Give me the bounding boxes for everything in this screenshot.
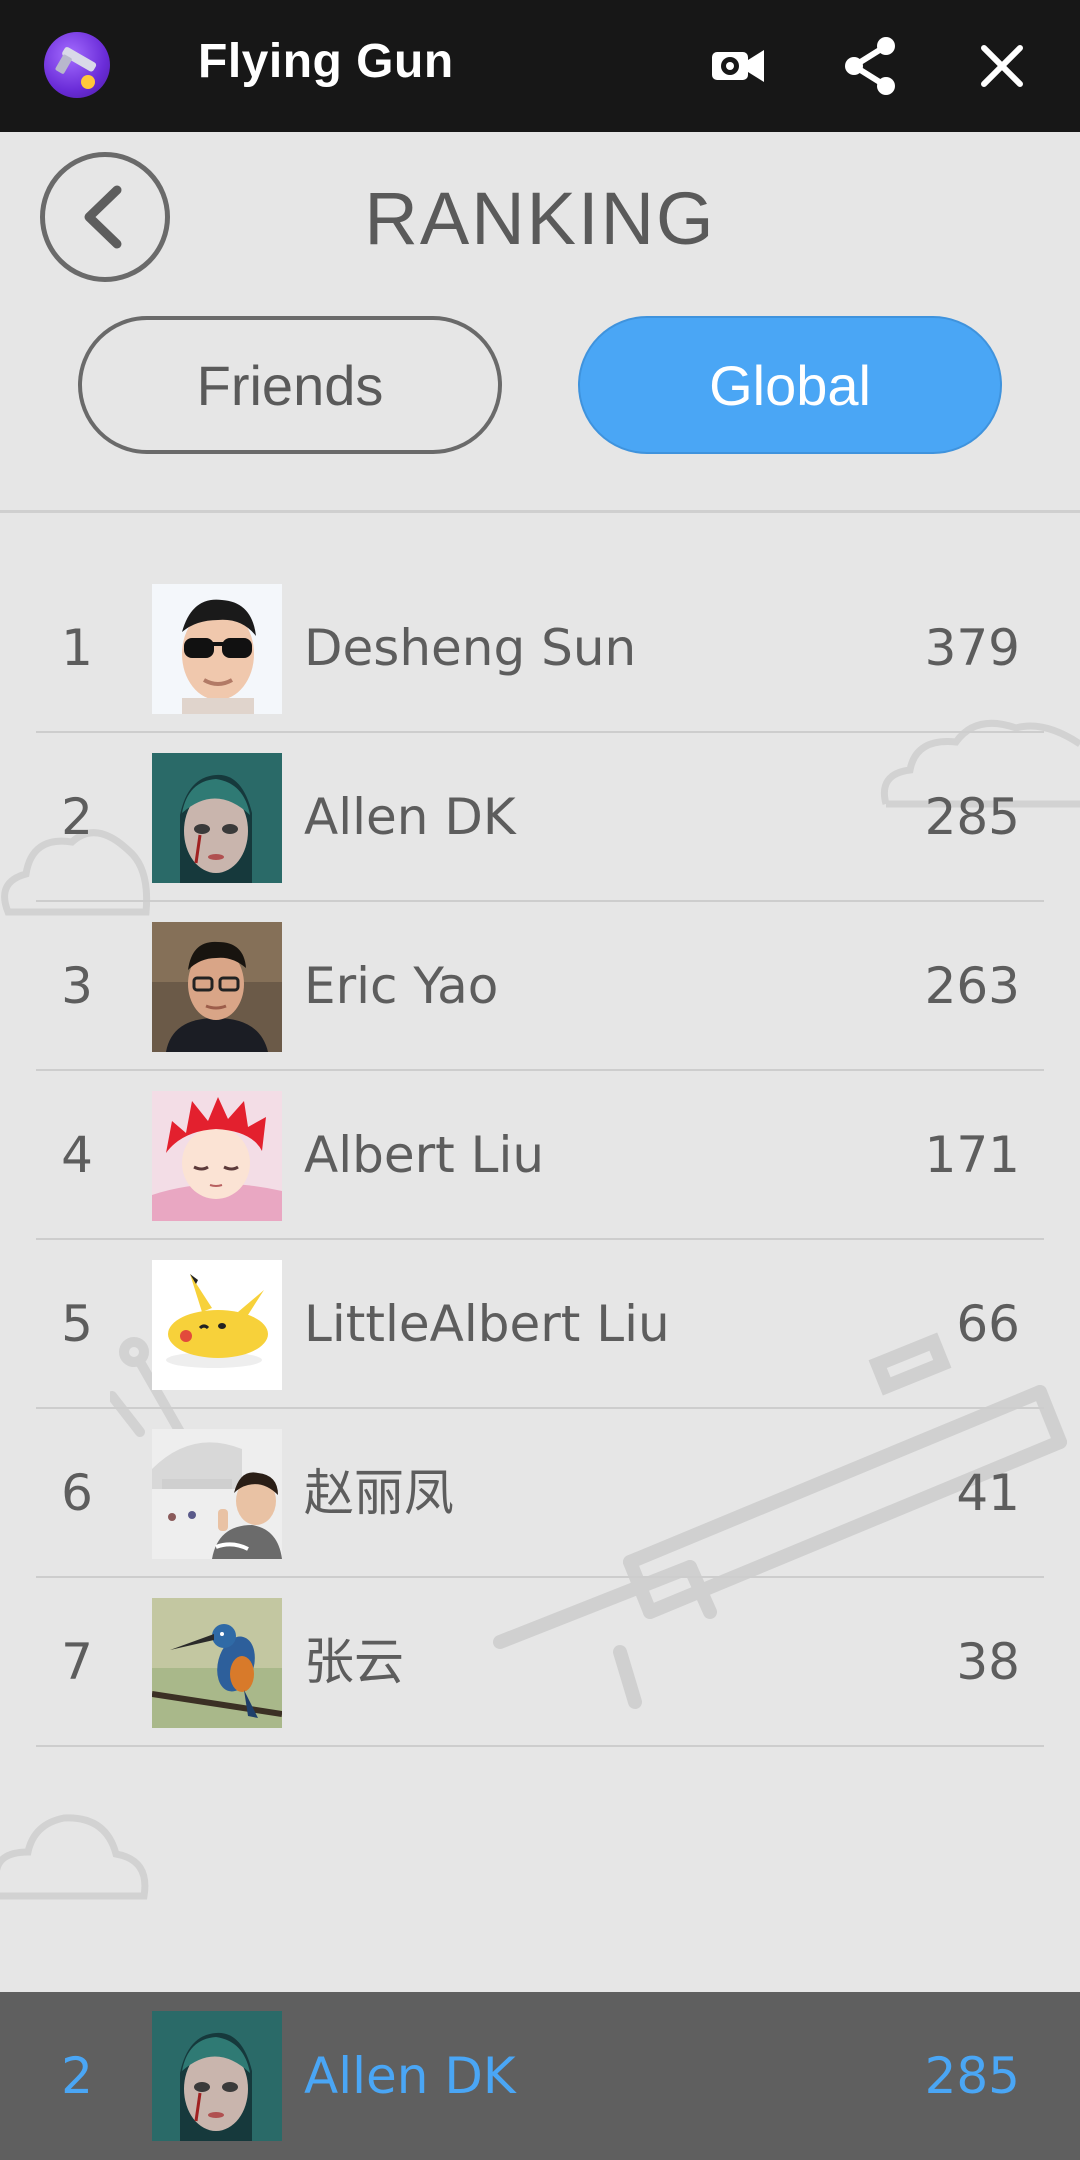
avatar — [152, 1260, 282, 1390]
my-rank-bar: 2 Allen DK 285 — [0, 1992, 1080, 2160]
player-name: Eric Yao — [304, 957, 499, 1015]
share-icon — [845, 37, 895, 95]
player-name: Albert Liu — [304, 1126, 545, 1184]
my-player-score: 285 — [924, 2047, 1020, 2105]
player-name: 张云 — [304, 1633, 404, 1691]
cloud-decoration-icon — [0, 1814, 149, 1900]
rank-number: 6 — [61, 1464, 93, 1522]
video-record-icon — [712, 50, 764, 82]
player-score: 285 — [924, 788, 1020, 846]
page-title: RANKING — [364, 177, 716, 260]
header-divider — [0, 510, 1080, 513]
ranking-row[interactable]: 3 Eric Yao 263 — [0, 902, 1080, 1071]
rank-number: 1 — [61, 619, 93, 677]
avatar — [152, 1091, 282, 1221]
my-avatar — [152, 2011, 282, 2141]
ranking-screen: RANKING Friends Global 1 Desheng Sun 379 — [0, 132, 1080, 2160]
ranking-row[interactable]: 7 张云 38 — [0, 1578, 1080, 1747]
avatar — [152, 1429, 282, 1559]
ranking-row[interactable]: 6 赵丽凤 41 — [0, 1409, 1080, 1578]
player-name: Allen DK — [304, 788, 516, 846]
tab-global[interactable]: Global — [578, 316, 1002, 454]
player-score: 38 — [956, 1633, 1020, 1691]
ranking-row[interactable]: 1 Desheng Sun 379 — [0, 564, 1080, 733]
my-rank-number: 2 — [61, 2047, 93, 2105]
ranking-row[interactable]: 2 Allen DK 285 — [0, 733, 1080, 902]
ranking-list: 1 Desheng Sun 379 2 Allen DK 285 3 Eric … — [0, 564, 1080, 1747]
rank-number: 7 — [61, 1633, 93, 1691]
app-title: Flying Gun — [198, 35, 454, 88]
tab-friends[interactable]: Friends — [78, 316, 502, 454]
ranking-row[interactable]: 4 Albert Liu 171 — [0, 1071, 1080, 1240]
rank-number: 2 — [61, 788, 93, 846]
player-name: Desheng Sun — [304, 619, 637, 677]
player-score: 66 — [956, 1295, 1020, 1353]
close-icon — [981, 45, 1023, 87]
player-score: 263 — [924, 957, 1020, 1015]
close-button[interactable] — [966, 30, 1038, 102]
share-button[interactable] — [834, 30, 906, 102]
avatar — [152, 753, 282, 883]
player-score: 379 — [924, 619, 1020, 677]
rank-number: 5 — [61, 1295, 93, 1353]
player-name: LittleAlbert Liu — [304, 1295, 670, 1353]
avatar — [152, 1598, 282, 1728]
player-score: 41 — [956, 1464, 1020, 1522]
video-record-button[interactable] — [702, 30, 774, 102]
rank-number: 3 — [61, 957, 93, 1015]
ranking-row[interactable]: 5 LittleAlbert Liu 66 — [0, 1240, 1080, 1409]
app-top-bar: Flying Gun — [0, 0, 1080, 132]
rank-number: 4 — [61, 1126, 93, 1184]
my-player-name: Allen DK — [304, 2047, 516, 2105]
player-name: 赵丽凤 — [304, 1464, 454, 1522]
player-score: 171 — [924, 1126, 1020, 1184]
avatar — [152, 922, 282, 1052]
row-divider — [36, 1745, 1044, 1747]
app-logo-icon — [44, 32, 110, 98]
avatar — [152, 584, 282, 714]
